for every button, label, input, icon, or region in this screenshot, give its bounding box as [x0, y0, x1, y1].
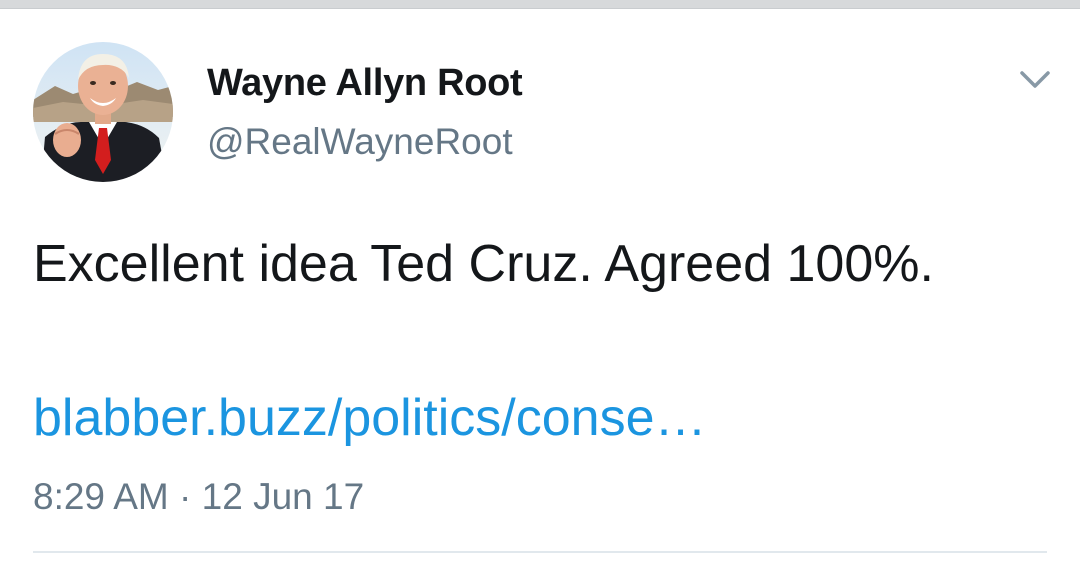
tweet-text: Excellent idea Ted Cruz. Agreed 100%. [33, 235, 934, 293]
tweet-timestamp[interactable]: 8:29 AM · 12 Jun 17 [33, 476, 364, 518]
display-name[interactable]: Wayne Allyn Root [207, 62, 523, 105]
tweet-link[interactable]: blabber.buzz/politics/conse… [33, 381, 707, 456]
avatar-photo [33, 42, 173, 182]
top-separator [0, 0, 1080, 9]
divider [33, 551, 1047, 553]
chevron-down-icon[interactable] [1018, 67, 1052, 93]
avatar[interactable] [33, 42, 173, 182]
tweet-card: Wayne Allyn Root @RealWayneRoot Excellen… [0, 9, 1080, 567]
user-handle[interactable]: @RealWayneRoot [207, 121, 513, 163]
